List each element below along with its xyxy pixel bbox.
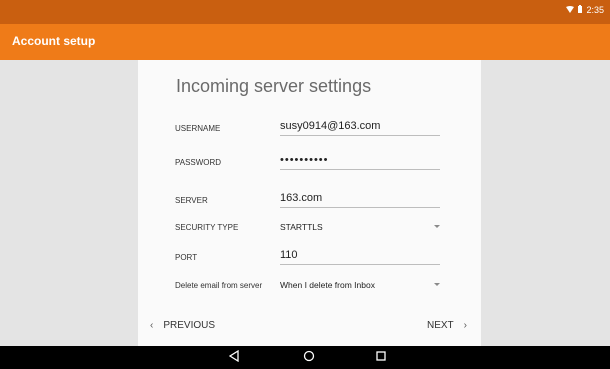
chevron-right-icon: › [463,320,467,331]
home-icon[interactable] [303,350,315,365]
delete-policy-value: When I delete from Inbox [280,280,375,290]
server-label: SERVER [175,196,208,205]
battery-icon [578,5,583,15]
previous-button[interactable]: ‹ PREVIOUS [150,320,215,331]
port-label: PORT [175,253,198,262]
username-field[interactable]: susy0914@163.com [280,120,440,136]
status-icons: 2:35 [566,5,604,15]
next-label: NEXT [426,320,454,331]
password-field[interactable]: •••••••••• [280,154,440,170]
page-title: Incoming server settings [176,76,372,96]
recents-icon[interactable] [375,350,387,365]
username-label: USERNAME [175,124,221,133]
previous-label: PREVIOUS [163,320,216,331]
dropdown-arrow-icon [434,225,440,228]
chevron-left-icon: ‹ [150,320,154,331]
back-icon[interactable] [228,349,239,365]
dropdown-arrow-icon [434,283,440,286]
wifi-icon [566,5,575,15]
setup-card: Incoming server settings USERNAME susy09… [138,60,481,346]
security-type-value: STARTTLS [280,222,323,232]
app-bar: Account setup [0,24,610,60]
wizard-navigation: ‹ PREVIOUS NEXT › [138,315,481,339]
delete-policy-select[interactable]: When I delete from Inbox [280,280,440,293]
app-bar-title: Account setup [12,34,96,48]
security-type-select[interactable]: STARTTLS [280,222,440,235]
server-field[interactable]: 163.com [280,192,440,208]
delete-policy-label: Delete email from server [175,281,263,290]
system-navigation-bar [0,346,610,369]
security-type-label: SECURITY TYPE [175,223,239,232]
status-bar: 2:35 [0,0,610,24]
password-label: PASSWORD [175,158,222,167]
next-button[interactable]: NEXT › [427,320,467,331]
status-time: 2:35 [586,5,604,15]
port-field[interactable]: 110 [280,249,440,265]
